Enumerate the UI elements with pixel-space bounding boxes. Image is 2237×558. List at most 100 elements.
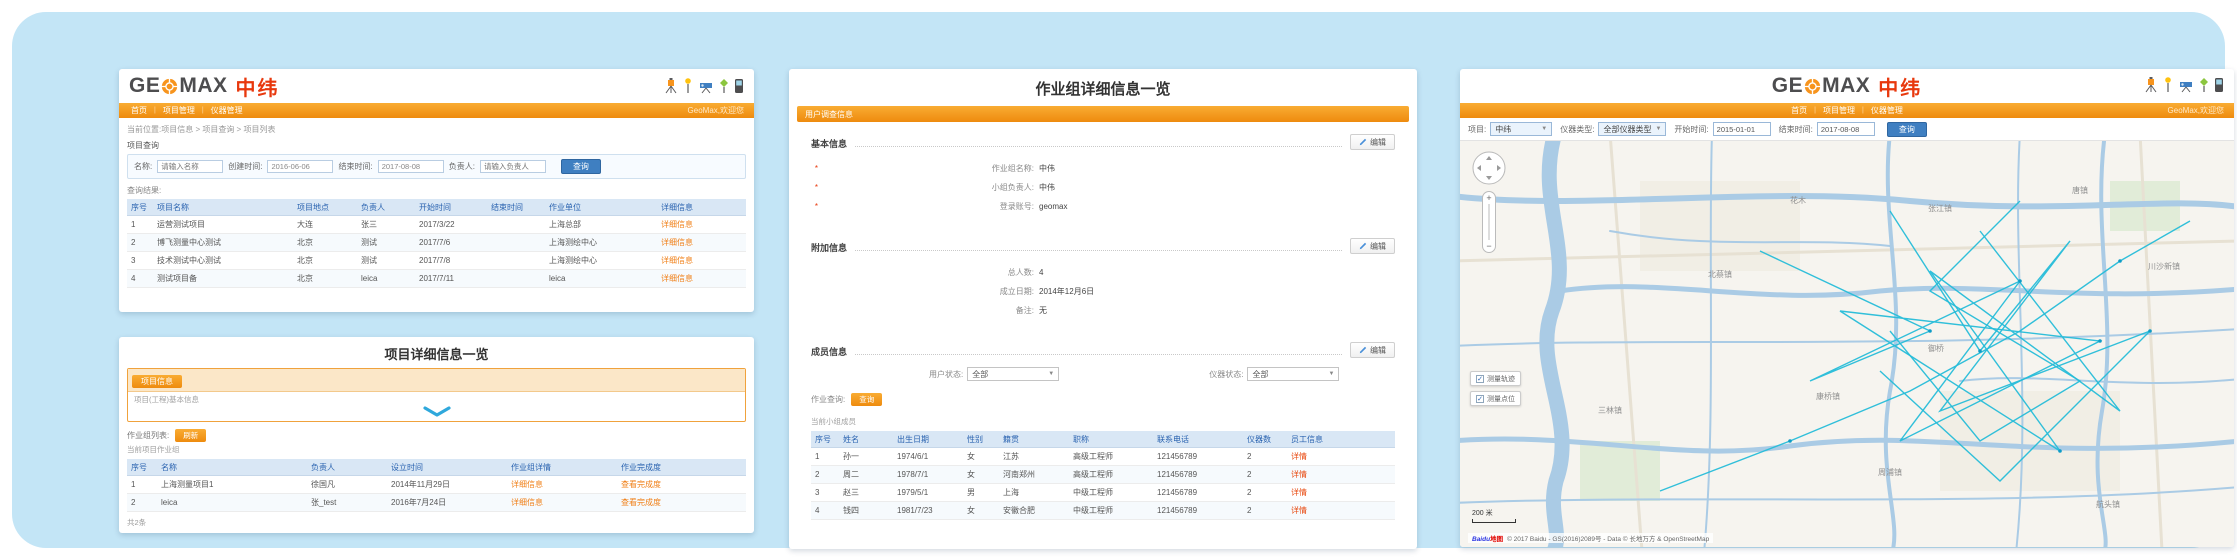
nav-item-project-mgmt[interactable]: 项目管理: [1823, 105, 1855, 116]
column-header: 详细信息: [657, 199, 746, 216]
zoom-in-icon[interactable]: +: [1486, 193, 1491, 203]
auto-level-icon: [2178, 77, 2194, 93]
map-layer-toggle[interactable]: ✓ 测量点位: [1470, 391, 1521, 406]
project-name-input[interactable]: [157, 160, 223, 173]
zoom-out-icon[interactable]: −: [1486, 241, 1491, 251]
table-link[interactable]: 详细信息: [661, 274, 693, 283]
gnss-receiver-icon: [682, 78, 694, 94]
table-cell: 江苏: [999, 448, 1069, 466]
table-cell: leica: [545, 270, 657, 288]
map-query-button[interactable]: 查询: [1887, 122, 1927, 137]
map-zoom-slider[interactable]: + −: [1482, 191, 1496, 253]
form-field: *登录账号:geomax: [811, 197, 1395, 216]
project-select[interactable]: 中纬▼: [1490, 122, 1552, 136]
end-date-input[interactable]: [378, 160, 444, 173]
table-cell: 详细信息: [657, 270, 746, 288]
table-link[interactable]: 详细信息: [661, 238, 693, 247]
gnss-receiver-icon: [2162, 77, 2174, 93]
table-link[interactable]: 详细信息: [511, 498, 543, 507]
start-date-input[interactable]: [267, 160, 333, 173]
projects-list-window: GE MAX 中纬 首页 | 项目管理 | 仪器管理 GeoMax,欢迎您 当前…: [119, 69, 754, 312]
form-field: 成立日期:2014年12月6日: [811, 282, 1395, 301]
project-info-tab[interactable]: 项目信息: [132, 375, 182, 388]
pencil-icon: [1359, 346, 1367, 354]
table-cell: 1979/5/1: [893, 484, 963, 502]
logo-text-zhongwei: 中纬: [1878, 72, 1922, 101]
user-info-bar: 用户调查信息: [797, 106, 1409, 122]
checkbox-icon[interactable]: ✓: [1476, 395, 1484, 403]
expand-chevron-icon[interactable]: [134, 405, 739, 418]
table-link[interactable]: 详细信息: [661, 220, 693, 229]
column-header: 员工信息: [1287, 431, 1395, 448]
record-count: 共2条: [127, 517, 746, 528]
user-status-select[interactable]: 全部▼: [967, 367, 1059, 381]
edit-button-label: 编辑: [1370, 241, 1386, 252]
zoom-track[interactable]: [1488, 204, 1490, 240]
map-canvas[interactable]: 花木张江镇唐镇川沙新镇北蔡镇御桥康桥镇三林镇周浦镇航头镇 + − ✓ 测量轨迹 …: [1460, 141, 2234, 547]
table-link[interactable]: 详情: [1291, 506, 1307, 515]
table-cell: [487, 216, 545, 234]
scale-text: 200 米: [1472, 510, 1493, 517]
device-type-select[interactable]: 全部仪器类型▼: [1598, 122, 1666, 136]
table-cell: leica: [157, 494, 307, 512]
required-asterisk: *: [811, 197, 818, 216]
baidu-logo: Baidu: [1472, 536, 1490, 543]
field-label: 备注:: [819, 301, 1034, 320]
table-cell: 121456789: [1153, 502, 1243, 520]
results-label: 查询结果:: [127, 185, 746, 196]
nav-item-device-mgmt[interactable]: 仪器管理: [211, 105, 243, 116]
column-header: 项目地点: [293, 199, 357, 216]
field-label: 仪器状态:: [1209, 369, 1243, 380]
refresh-button[interactable]: 刷新: [175, 429, 206, 442]
table-link[interactable]: 详细信息: [661, 256, 693, 265]
table-cell: 详情: [1287, 502, 1395, 520]
column-header: 序号: [811, 431, 839, 448]
edit-extra-info-button[interactable]: 编辑: [1350, 238, 1395, 254]
page-title: 项目详细信息一览: [119, 337, 754, 368]
table-link[interactable]: 详细信息: [511, 480, 543, 489]
nav-item-home[interactable]: 首页: [1791, 105, 1807, 116]
section-label: 附加信息: [811, 241, 847, 254]
pencil-icon: [1359, 242, 1367, 250]
start-date-input[interactable]: [1713, 122, 1771, 136]
map-place-label: 花木: [1790, 195, 1806, 205]
table-cell: 4: [811, 502, 839, 520]
member-filter-row: 用户状态: 全部▼ 仪器状态: 全部▼: [811, 367, 1395, 381]
map-place-label: 张江镇: [1928, 203, 1952, 213]
table-cell: 2017/3/22: [415, 216, 487, 234]
table-link[interactable]: 详情: [1291, 470, 1307, 479]
map-attribution: Baidu地图 © 2017 Baidu - GS(2016)2089号 - D…: [1468, 533, 1713, 543]
nav-separator: |: [154, 107, 156, 114]
auto-level-icon: [698, 78, 714, 94]
layer-toggle-label: 测量点位: [1487, 394, 1515, 404]
nav-item-device-mgmt[interactable]: 仪器管理: [1871, 105, 1903, 116]
table-link[interactable]: 详情: [1291, 488, 1307, 497]
user-info-tab[interactable]: 用户调查信息: [805, 109, 853, 120]
page-title: 作业组详细信息一览: [789, 69, 1417, 106]
logo-text-ge: GE: [129, 74, 160, 98]
map-pan-control[interactable]: [1472, 151, 1506, 185]
table-cell: 2: [127, 494, 157, 512]
track-map-window: GE MAX 中纬 首页 | 项目管理 | 仪器管理 GeoMax,欢迎您 项目…: [1460, 69, 2234, 547]
map-layer-toggle[interactable]: ✓ 测量轨迹: [1470, 371, 1521, 386]
member-query-row: 作业查询: 查询: [811, 393, 1395, 406]
edit-basic-info-button[interactable]: 编辑: [1350, 134, 1395, 150]
member-query-button[interactable]: 查询: [851, 393, 882, 406]
end-date-input[interactable]: [1817, 122, 1875, 136]
table-link[interactable]: 详情: [1291, 452, 1307, 461]
table-cell: 详细信息: [657, 234, 746, 252]
breadcrumb: 当前位置:项目信息 > 项目查询 > 项目列表: [127, 124, 746, 135]
table-cell: 上海测绘中心: [545, 234, 657, 252]
search-button[interactable]: 查询: [561, 159, 601, 174]
device-status-select[interactable]: 全部▼: [1247, 367, 1339, 381]
nav-item-home[interactable]: 首页: [131, 105, 147, 116]
table-link[interactable]: 查看完成度: [621, 480, 661, 489]
table-cell: 详细信息: [657, 252, 746, 270]
checkbox-icon[interactable]: ✓: [1476, 375, 1484, 383]
leader-input[interactable]: [480, 160, 546, 173]
table-header-row: 序号项目名称项目地点负责人开始时间结束时间作业单位详细信息: [127, 199, 746, 216]
instrument-icons: [664, 78, 744, 94]
table-link[interactable]: 查看完成度: [621, 498, 661, 507]
nav-item-project-mgmt[interactable]: 项目管理: [163, 105, 195, 116]
edit-members-button[interactable]: 编辑: [1350, 342, 1395, 358]
